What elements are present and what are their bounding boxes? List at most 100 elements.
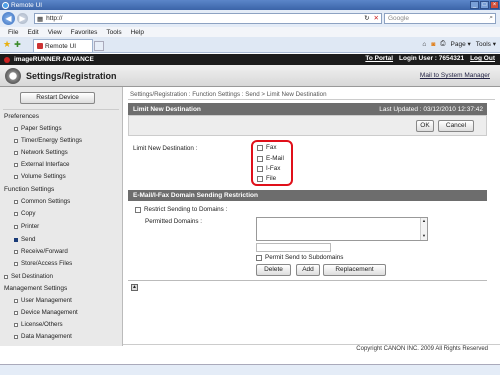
sidebar-item-printer[interactable]: Printer: [14, 223, 39, 230]
stop-icon[interactable]: ✕: [374, 14, 379, 22]
footer-copyright: Copyright CANON INC. 2009 All Rights Res…: [123, 344, 500, 353]
menu-help[interactable]: Help: [131, 29, 144, 36]
sidebar-divider: [3, 109, 119, 110]
close-icon[interactable]: ×: [490, 1, 499, 9]
highlight-annotation: [251, 140, 293, 186]
list-scrollbar[interactable]: ▲ ▼: [420, 218, 427, 240]
minimize-icon[interactable]: _: [470, 1, 479, 9]
back-to-top-icon[interactable]: ▲: [131, 284, 138, 291]
new-tab-button[interactable]: [94, 41, 104, 51]
bullet-active-icon: [14, 237, 18, 242]
favorites-star-icon[interactable]: ★: [3, 39, 11, 50]
canon-mark-icon: [4, 56, 10, 63]
bullet-icon: [14, 199, 18, 204]
breadcrumb-divider: [128, 99, 495, 100]
sidebar-item-send[interactable]: Send: [14, 236, 35, 243]
delete-button[interactable]: Delete: [256, 264, 291, 276]
window-controls: _ □ ×: [470, 1, 499, 9]
bullet-icon: [14, 150, 18, 155]
back-icon[interactable]: ◀: [2, 12, 15, 25]
menu-file[interactable]: File: [8, 29, 18, 36]
replacement-button[interactable]: Replacement: [323, 264, 386, 276]
refresh-icon[interactable]: ↻: [364, 14, 369, 22]
sidebar-section-preferences[interactable]: Preferences: [4, 113, 39, 120]
browser-title-bar: Remote UI _ □ ×: [0, 0, 500, 10]
search-icon[interactable]: ⌕: [489, 14, 493, 22]
bullet-icon: [14, 298, 18, 303]
menu-bar: File Edit View Favorites Tools Help: [0, 27, 500, 37]
add-favorite-icon[interactable]: ✚: [14, 40, 21, 49]
sidebar-item-timer-energy[interactable]: Timer/Energy Settings: [14, 137, 82, 144]
sidebar-item-network[interactable]: Network Settings: [14, 149, 68, 156]
last-updated: Last Updated : 03/12/2010 12:37:42: [379, 105, 483, 113]
sidebar-item-user-management[interactable]: User Management: [14, 297, 72, 304]
sidebar-section-management-settings[interactable]: Management Settings: [4, 285, 67, 292]
sidebar-item-license-others[interactable]: License/Others: [14, 321, 63, 328]
menu-tools[interactable]: Tools: [106, 29, 121, 36]
print-icon[interactable]: ⎙: [440, 40, 445, 48]
address-text: http://: [46, 15, 63, 22]
page-menu[interactable]: Page ▾: [451, 40, 471, 48]
bullet-icon: [14, 322, 18, 327]
add-button[interactable]: Add: [296, 264, 320, 276]
domain-input[interactable]: [256, 243, 331, 252]
product-name: imageRUNNER ADVANCE: [14, 56, 94, 63]
sidebar-item-data-management[interactable]: Data Management: [14, 333, 72, 340]
bullet-icon: [14, 211, 18, 216]
favorites-bar: ★ ✚ Remote UI ⌂ ◙ ⎙ Page ▾ Tools ▾: [0, 37, 500, 53]
ok-button[interactable]: OK: [416, 120, 434, 132]
checkbox-box: [256, 254, 262, 261]
page-icon: ▦: [37, 15, 44, 23]
tab-title: Remote UI: [45, 42, 77, 50]
sidebar-item-set-destination[interactable]: Set Destination: [4, 273, 53, 280]
bullet-icon: [14, 334, 18, 339]
sidebar-item-receive-forward[interactable]: Receive/Forward: [14, 248, 68, 255]
domain-restriction-header: E-Mail/I-Fax Domain Sending Restriction: [128, 190, 487, 201]
browser-tab[interactable]: Remote UI: [33, 39, 93, 52]
feeds-icon[interactable]: ◙: [431, 41, 435, 48]
app-header: Settings/Registration Mail to System Man…: [0, 65, 500, 87]
menu-favorites[interactable]: Favorites: [71, 29, 98, 36]
checkbox-box: [135, 206, 141, 213]
bullet-icon: [14, 138, 18, 143]
sidebar-item-store-access-files[interactable]: Store/Access Files: [14, 260, 72, 267]
sidebar-item-volume[interactable]: Volume Settings: [14, 173, 66, 180]
bullet-icon: [14, 310, 18, 315]
panel-header: Limit New Destination Last Updated : 03/…: [128, 103, 487, 115]
mail-to-system-manager-link[interactable]: Mail to System Manager: [420, 72, 490, 79]
permit-subdomains-checkbox[interactable]: Permit Send to Subdomains: [256, 254, 343, 261]
bullet-icon: [14, 126, 18, 131]
sidebar-item-paper-settings[interactable]: Paper Settings: [14, 125, 62, 132]
ie-logo-icon: [2, 1, 9, 9]
bullet-icon: [14, 174, 18, 179]
sidebar-item-common-settings[interactable]: Common Settings: [14, 198, 70, 205]
section-divider: [128, 280, 487, 281]
home-icon[interactable]: ⌂: [422, 41, 426, 48]
bullet-icon: [14, 261, 18, 266]
menu-view[interactable]: View: [48, 29, 62, 36]
bullet-icon: [14, 162, 18, 167]
navigation-bar: ◀ ▶ ▦ http:// ↻ ✕ Google ⌕: [0, 10, 500, 27]
search-input[interactable]: Google ⌕: [384, 13, 496, 24]
address-bar[interactable]: ▦ http:// ↻ ✕: [34, 13, 382, 24]
sidebar-item-external-interface[interactable]: External Interface: [14, 161, 70, 168]
permitted-domains-list[interactable]: ▲ ▼: [256, 217, 428, 241]
sidebar-item-device-management[interactable]: Device Management: [14, 309, 78, 316]
browser-status-bar: [0, 364, 500, 375]
menu-edit[interactable]: Edit: [27, 29, 38, 36]
cancel-button[interactable]: Cancel: [438, 120, 474, 132]
tools-menu[interactable]: Tools ▾: [476, 40, 496, 48]
restart-device-button[interactable]: Restart Device: [20, 92, 95, 104]
search-placeholder: Google: [388, 15, 409, 22]
forward-icon[interactable]: ▶: [17, 13, 28, 24]
sidebar-section-function-settings[interactable]: Function Settings: [4, 186, 54, 193]
sidebar-item-copy[interactable]: Copy: [14, 210, 35, 217]
limit-new-destination-label: Limit New Destination :: [133, 145, 198, 152]
maximize-icon[interactable]: □: [480, 1, 489, 9]
logout-link[interactable]: Log Out: [470, 55, 495, 62]
tab-favicon: [37, 43, 43, 49]
page-title: Settings/Registration: [26, 70, 117, 81]
to-portal-link[interactable]: To Portal: [365, 55, 393, 62]
restrict-domains-checkbox[interactable]: Restrict Sending to Domains :: [135, 206, 227, 213]
command-bar: ⌂ ◙ ⎙ Page ▾ Tools ▾: [422, 40, 496, 48]
